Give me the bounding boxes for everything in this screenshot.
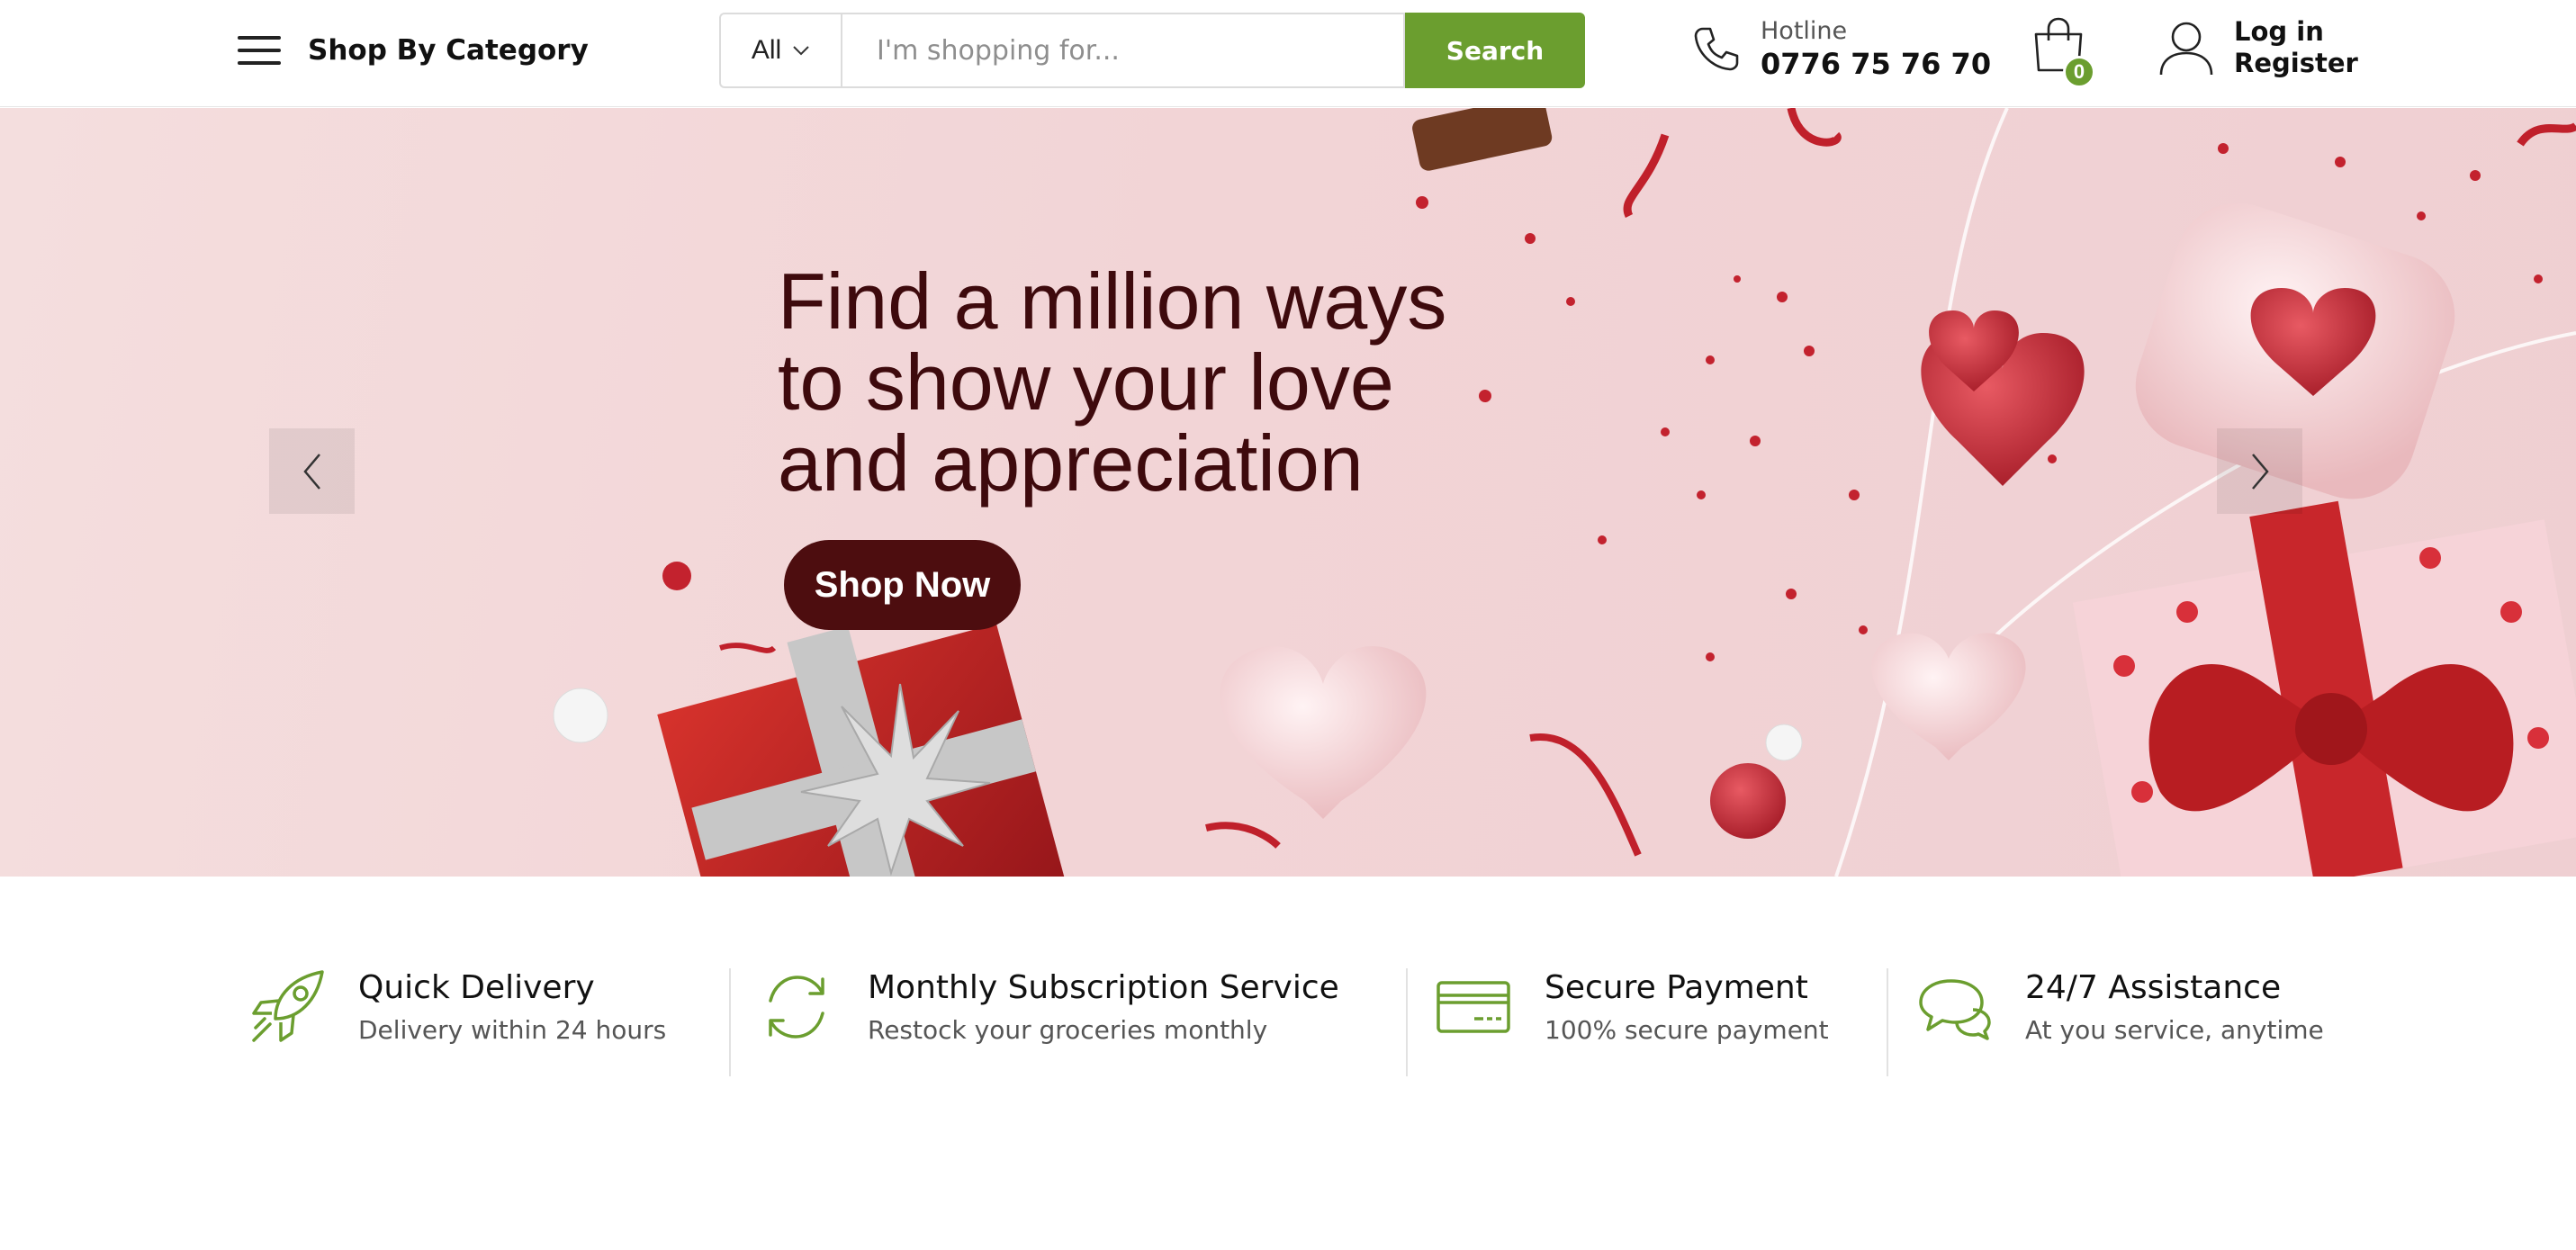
rocket-icon: [252, 970, 324, 1042]
chat-bubbles-icon: [1919, 979, 1991, 1040]
search-button[interactable]: Search: [1405, 13, 1585, 88]
user-icon: [2159, 22, 2213, 76]
site-header: Shop By Category All Search Hotline 0776…: [0, 0, 2576, 107]
feature-monthly-subscription: Monthly Subscription Service Restock you…: [756, 967, 1339, 1051]
refresh-icon: [769, 976, 824, 1039]
feature-description: Restock your groceries monthly: [868, 1015, 1268, 1045]
hotline-label: Hotline: [1761, 17, 1848, 45]
hotline-number[interactable]: 0776 75 76 70: [1761, 47, 1991, 81]
hero-title-line-1: Find a million ways: [778, 256, 1447, 346]
hero-title-line-2: to show your love: [778, 337, 1394, 427]
feature-description: Delivery within 24 hours: [358, 1015, 667, 1045]
feature-quick-delivery: Quick Delivery Delivery within 24 hours: [247, 967, 666, 1051]
slider-next-button[interactable]: [2217, 428, 2302, 514]
search-scope-select[interactable]: All: [719, 13, 841, 88]
chevron-right-icon: [2251, 453, 2269, 490]
search-scope-value: All: [751, 35, 782, 65]
feature-title: Monthly Subscription Service: [868, 969, 1339, 1006]
hotline: Hotline 0776 75 76 70: [1690, 16, 1991, 81]
credit-card-icon: [1437, 981, 1510, 1033]
slider-prev-button[interactable]: [269, 428, 355, 514]
feature-divider: [1406, 968, 1408, 1076]
cart-button[interactable]: 0: [2029, 16, 2095, 88]
shop-by-category-button[interactable]: Shop By Category: [236, 27, 589, 74]
phone-icon: [1694, 27, 1739, 71]
feature-secure-payment: Secure Payment 100% secure payment: [1433, 967, 1829, 1051]
features-strip: Quick Delivery Delivery within 24 hours …: [0, 954, 2576, 1089]
chevron-left-icon: [302, 453, 320, 490]
feature-assistance: 24/7 Assistance At you service, anytime: [1914, 967, 2324, 1051]
cart-count-badge: 0: [2063, 56, 2095, 88]
chevron-down-icon: [793, 46, 809, 56]
hero-title-line-3: and appreciation: [778, 418, 1364, 508]
search-bar: All Search: [719, 13, 1585, 88]
hero-title: Find a million ways to show your love an…: [778, 261, 1462, 504]
login-link[interactable]: Log in: [2234, 16, 2358, 48]
search-input[interactable]: [841, 13, 1405, 88]
feature-description: At you service, anytime: [2025, 1015, 2324, 1045]
hero-banner: Find a million ways to show your love an…: [0, 108, 2576, 877]
shop-by-category-label: Shop By Category: [308, 34, 589, 67]
feature-title: Quick Delivery: [358, 969, 595, 1006]
register-link[interactable]: Register: [2234, 48, 2358, 79]
feature-description: 100% secure payment: [1545, 1015, 1829, 1045]
shop-now-button[interactable]: Shop Now: [784, 540, 1021, 630]
account-area: Log in Register: [2158, 16, 2358, 79]
feature-title: 24/7 Assistance: [2025, 969, 2282, 1006]
hamburger-menu-icon: [236, 34, 283, 67]
feature-title: Secure Payment: [1545, 969, 1808, 1006]
feature-divider: [729, 968, 731, 1076]
feature-divider: [1887, 968, 1888, 1076]
